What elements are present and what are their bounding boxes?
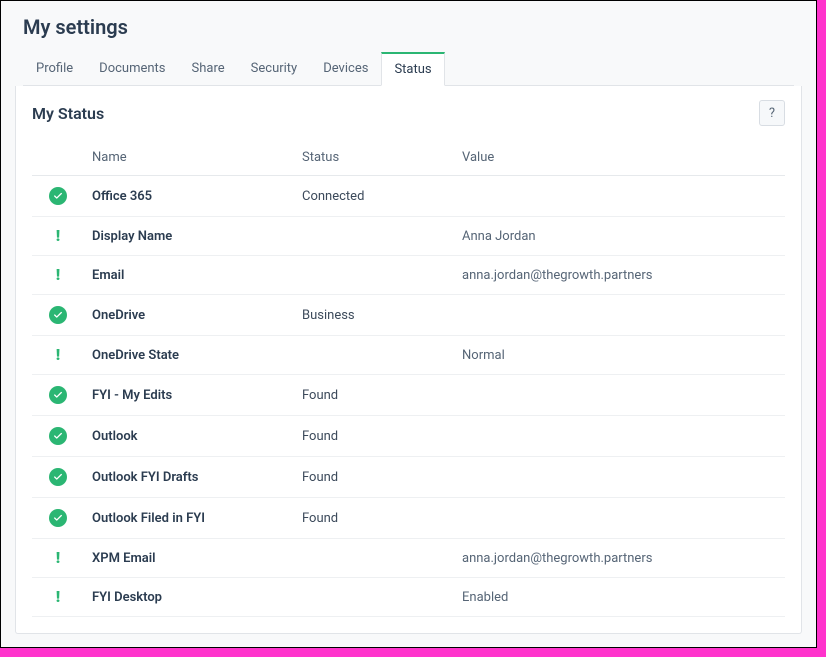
exclamation-icon: ! [49,550,67,566]
row-name: XPM Email [84,539,294,578]
check-circle-icon [49,306,67,324]
row-name: Outlook FYI Drafts [84,457,294,498]
status-table: Name Status Value Office 365Connected! Di… [32,142,785,617]
row-value: Anna Jordan [454,217,785,256]
row-status: Connected [294,176,454,217]
row-icon-cell: ! [32,217,84,256]
row-status [294,217,454,256]
row-icon-cell: ! [32,539,84,578]
tab-security[interactable]: Security [238,52,311,86]
table-header-row: Name Status Value [32,142,785,176]
row-icon-cell [32,176,84,217]
row-value [454,498,785,539]
table-row: OneDriveBusiness [32,295,785,336]
row-icon-cell: ! [32,256,84,295]
table-row: ! FYI Desktop Enabled [32,578,785,617]
check-circle-icon [49,468,67,486]
row-value: Enabled [454,578,785,617]
row-icon-cell [32,416,84,457]
tab-share[interactable]: Share [179,52,238,86]
help-button[interactable]: ? [759,100,785,126]
table-row: FYI - My EditsFound [32,375,785,416]
exclamation-icon: ! [49,228,67,244]
table-row: ! XPM Email anna.jordan@thegrowth.partners [32,539,785,578]
exclamation-icon: ! [49,347,67,363]
row-icon-cell: ! [32,578,84,617]
status-panel: My Status ? Name Status Value Office 365… [15,86,802,634]
panel-header: My Status ? [32,100,785,126]
row-status [294,578,454,617]
row-status: Found [294,416,454,457]
row-icon-cell [32,375,84,416]
tab-profile[interactable]: Profile [23,52,86,86]
row-value [454,457,785,498]
col-status-header: Status [294,142,454,176]
row-name: FYI - My Edits [84,375,294,416]
row-name: Outlook Filed in FYI [84,498,294,539]
row-icon-cell: ! [32,336,84,375]
table-row: OutlookFound [32,416,785,457]
row-status [294,256,454,295]
tab-bar: ProfileDocumentsShareSecurityDevicesStat… [23,51,794,86]
row-name: Outlook [84,416,294,457]
table-row: Office 365Connected [32,176,785,217]
settings-page: My settings ProfileDocumentsShareSecurit… [1,1,816,647]
row-name: Office 365 [84,176,294,217]
help-icon: ? [769,106,775,121]
row-value [454,416,785,457]
check-circle-icon [49,386,67,404]
table-row: ! OneDrive State Normal [32,336,785,375]
row-name: OneDrive State [84,336,294,375]
row-name: Email [84,256,294,295]
row-icon-cell [32,457,84,498]
row-value: Normal [454,336,785,375]
row-status [294,336,454,375]
panel-title: My Status [32,104,104,123]
check-circle-icon [49,427,67,445]
row-value [454,176,785,217]
row-value: anna.jordan@thegrowth.partners [454,256,785,295]
tab-status[interactable]: Status [381,52,444,86]
tab-documents[interactable]: Documents [86,52,178,86]
row-name: OneDrive [84,295,294,336]
check-circle-icon [49,187,67,205]
row-value: anna.jordan@thegrowth.partners [454,539,785,578]
row-status [294,539,454,578]
col-icon-header [32,142,84,176]
row-value [454,375,785,416]
header: My settings ProfileDocumentsShareSecurit… [1,1,816,86]
table-row: Outlook Filed in FYIFound [32,498,785,539]
table-row: ! Email anna.jordan@thegrowth.partners [32,256,785,295]
tab-devices[interactable]: Devices [310,52,381,86]
page-title: My settings [23,15,794,39]
col-value-header: Value [454,142,785,176]
content: My Status ? Name Status Value Office 365… [1,86,816,648]
table-row: Outlook FYI DraftsFound [32,457,785,498]
row-name: Display Name [84,217,294,256]
row-status: Found [294,498,454,539]
row-icon-cell [32,498,84,539]
exclamation-icon: ! [49,267,67,283]
row-value [454,295,785,336]
col-name-header: Name [84,142,294,176]
exclamation-icon: ! [49,589,67,605]
row-icon-cell [32,295,84,336]
row-status: Found [294,375,454,416]
row-status: Found [294,457,454,498]
row-status: Business [294,295,454,336]
row-name: FYI Desktop [84,578,294,617]
check-circle-icon [49,509,67,527]
table-row: ! Display Name Anna Jordan [32,217,785,256]
